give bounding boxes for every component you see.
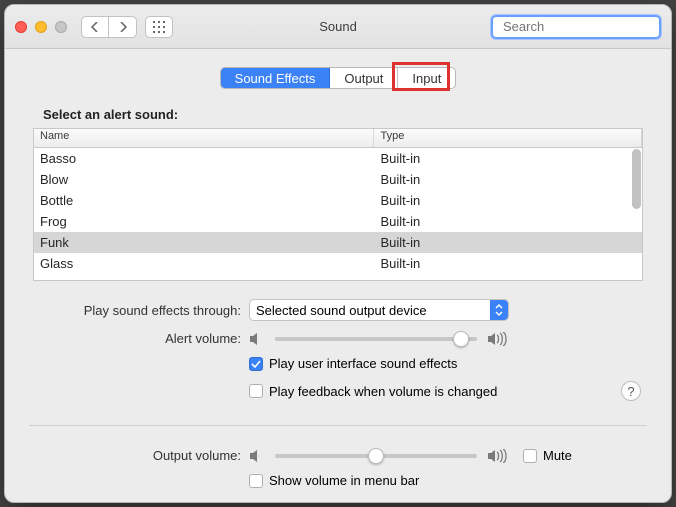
mute-checkbox[interactable]: Mute — [523, 448, 572, 463]
search-input[interactable] — [503, 19, 672, 34]
sound-preferences-window: Sound Sound EffectsOutputInput Select an… — [4, 4, 672, 503]
checkbox-icon — [249, 357, 263, 371]
speaker-high-icon — [487, 449, 509, 463]
checkbox-icon — [249, 474, 263, 488]
sound-type: Built-in — [374, 214, 642, 229]
alert-sound-table: Name Type BassoBuilt-inBlowBuilt-inBottl… — [33, 128, 643, 281]
mute-label: Mute — [543, 448, 572, 463]
close-button[interactable] — [15, 21, 27, 33]
table-row[interactable]: BassoBuilt-in — [34, 148, 642, 169]
scrollbar-thumb[interactable] — [632, 149, 641, 209]
table-row[interactable]: GlassBuilt-in — [34, 253, 642, 274]
table-row[interactable]: BlowBuilt-in — [34, 169, 642, 190]
popup-arrows-icon — [490, 300, 508, 320]
sound-type: Built-in — [374, 256, 642, 271]
zoom-button[interactable] — [55, 21, 67, 33]
sound-name: Funk — [34, 235, 374, 250]
feedback-label: Play feedback when volume is changed — [269, 384, 497, 399]
alert-volume-label: Alert volume: — [35, 331, 249, 346]
popup-selected: Selected sound output device — [256, 303, 427, 318]
titlebar: Sound — [5, 5, 671, 49]
show-all-button[interactable] — [145, 16, 173, 38]
col-type[interactable]: Type — [374, 129, 642, 147]
menubar-checkbox[interactable]: Show volume in menu bar — [249, 473, 419, 488]
speaker-high-icon — [487, 332, 509, 346]
tab-output[interactable]: Output — [330, 68, 398, 88]
sound-type: Built-in — [374, 172, 642, 187]
sound-name: Frog — [34, 214, 374, 229]
table-row[interactable]: FrogBuilt-in — [34, 211, 642, 232]
search-field[interactable] — [491, 15, 661, 39]
help-button[interactable]: ? — [621, 381, 641, 401]
ui-effects-label: Play user interface sound effects — [269, 356, 457, 371]
checkbox-icon — [523, 449, 537, 463]
sound-name: Basso — [34, 151, 374, 166]
play-through-label: Play sound effects through: — [35, 303, 249, 318]
table-row[interactable]: BottleBuilt-in — [34, 190, 642, 211]
back-button[interactable] — [81, 16, 109, 38]
tab-input[interactable]: Input — [398, 68, 455, 88]
table-header: Name Type — [34, 129, 642, 148]
output-device-popup[interactable]: Selected sound output device — [249, 299, 509, 321]
alert-heading: Select an alert sound: — [43, 107, 643, 122]
chevron-left-icon — [91, 22, 99, 32]
divider — [29, 425, 647, 426]
tab-bar: Sound EffectsOutputInput — [33, 67, 643, 89]
sound-name: Glass — [34, 256, 374, 271]
nav-buttons — [81, 16, 137, 38]
sound-type: Built-in — [374, 193, 642, 208]
traffic-lights — [15, 21, 67, 33]
sound-name: Bottle — [34, 193, 374, 208]
chevron-right-icon — [119, 22, 127, 32]
sound-name: Blow — [34, 172, 374, 187]
settings-form: Play sound effects through: Selected sou… — [33, 299, 643, 488]
grid-icon — [153, 21, 165, 33]
forward-button[interactable] — [109, 16, 137, 38]
table-body: BassoBuilt-inBlowBuilt-inBottleBuilt-inF… — [34, 148, 642, 280]
alert-volume-slider[interactable] — [275, 337, 477, 341]
output-volume-slider[interactable] — [275, 454, 477, 458]
ui-effects-checkbox[interactable]: Play user interface sound effects — [249, 356, 457, 371]
content-area: Sound EffectsOutputInput Select an alert… — [5, 49, 671, 502]
output-volume-label: Output volume: — [35, 448, 249, 463]
checkbox-icon — [249, 384, 263, 398]
tab-sound-effects[interactable]: Sound Effects — [221, 68, 331, 88]
col-name[interactable]: Name — [34, 129, 374, 147]
feedback-checkbox[interactable]: Play feedback when volume is changed — [249, 384, 497, 399]
table-row[interactable]: FunkBuilt-in — [34, 232, 642, 253]
menubar-label: Show volume in menu bar — [269, 473, 419, 488]
speaker-low-icon — [249, 449, 265, 463]
sound-type: Built-in — [374, 151, 642, 166]
sound-type: Built-in — [374, 235, 642, 250]
speaker-low-icon — [249, 332, 265, 346]
minimize-button[interactable] — [35, 21, 47, 33]
